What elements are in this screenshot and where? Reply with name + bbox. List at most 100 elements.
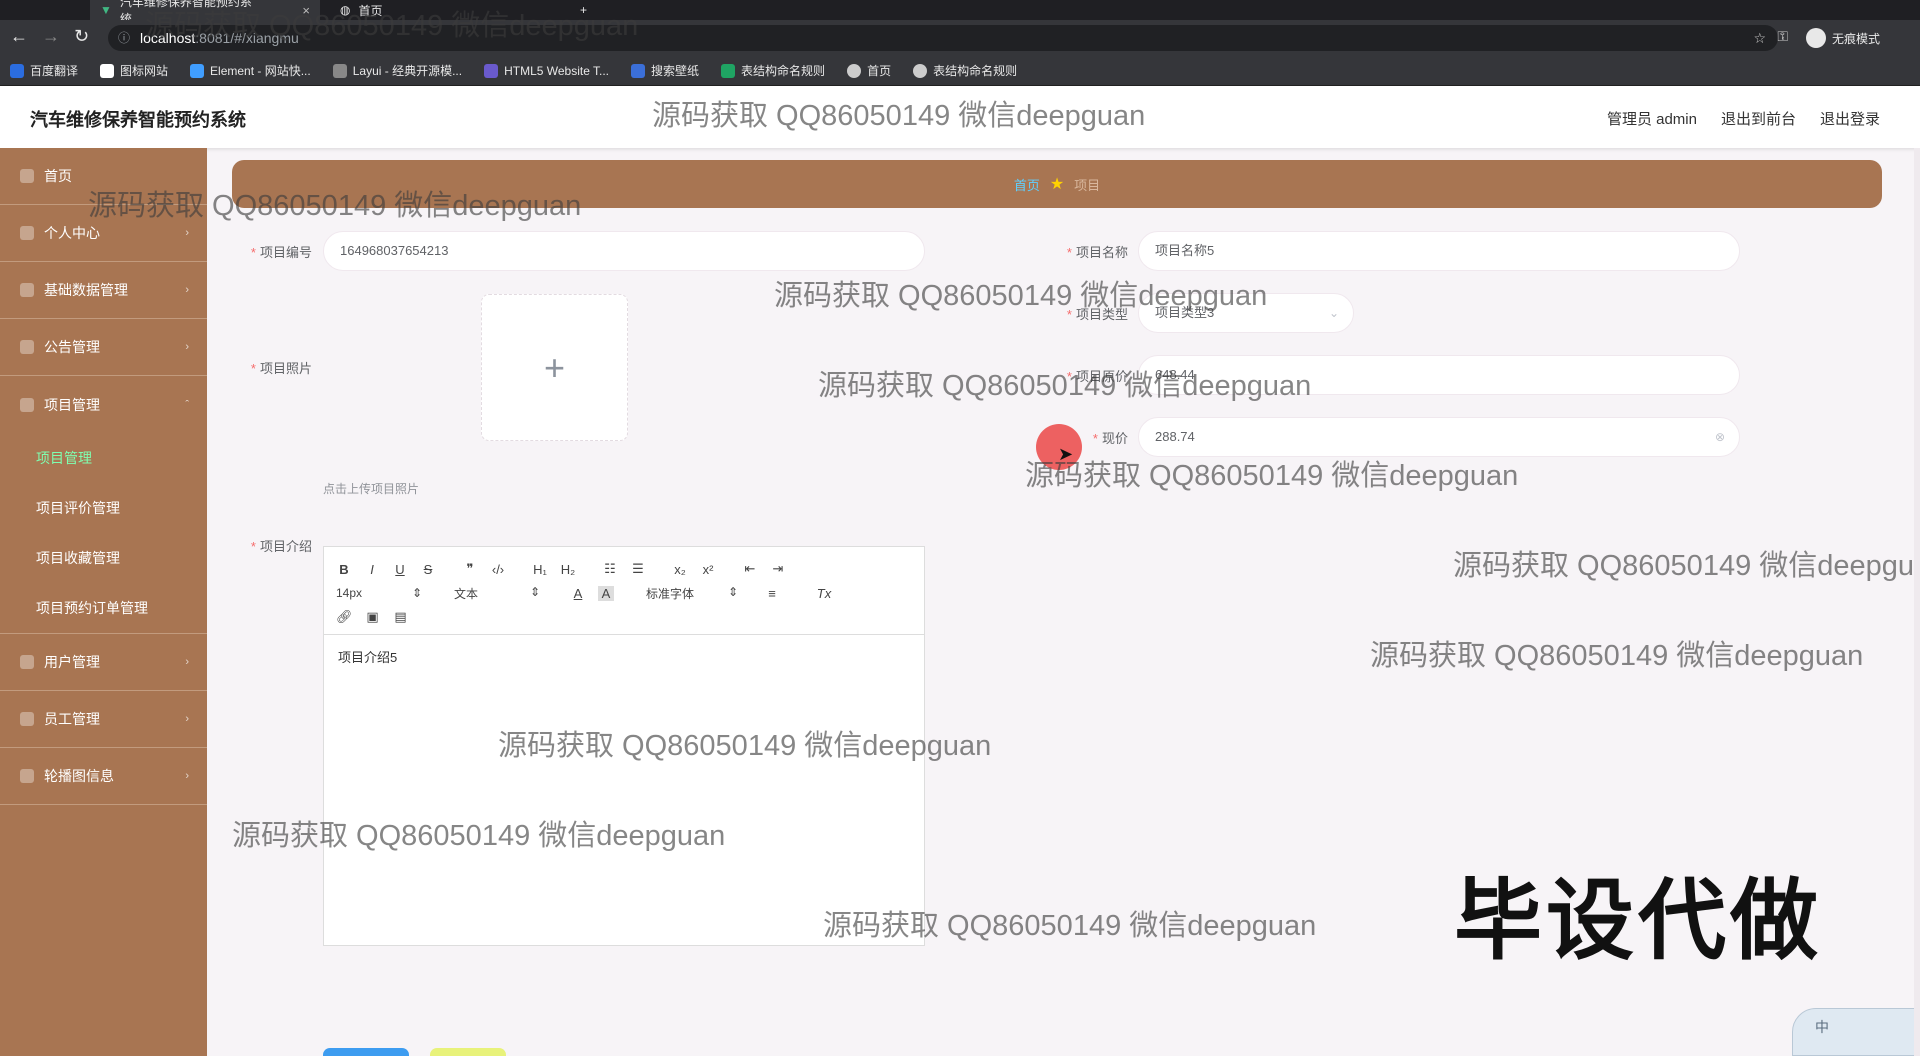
italic-button[interactable]: I xyxy=(364,562,380,577)
info-icon[interactable]: ⓘ xyxy=(118,25,130,51)
incognito-indicator[interactable]: 无痕模式 xyxy=(1805,28,1880,48)
bookmark[interactable]: 图标网站 xyxy=(100,62,168,79)
bold-button[interactable]: B xyxy=(336,562,352,577)
project-code-input[interactable]: 164968037654213 xyxy=(323,231,925,271)
background-color-button[interactable]: A xyxy=(598,585,614,601)
project-name-label: * 项目名称 xyxy=(1066,245,1128,260)
original-price-label: * 项目原价 xyxy=(1066,369,1128,384)
address-bar[interactable]: ⓘ localhost:8081/#/xiangmu ☆ xyxy=(108,25,1778,51)
scrollbar[interactable] xyxy=(1914,148,1920,1056)
reload-icon[interactable]: ↻ xyxy=(74,26,89,47)
image-icon[interactable]: ▣ xyxy=(365,609,381,625)
chevron-up-icon: ˆ xyxy=(185,398,189,411)
font-color-button[interactable]: A xyxy=(570,586,586,601)
rich-text-editor: B I U S ❞ ‹/› H₁ H₂ ☷ ☰ x₂ x² ⇤ ⇥ 14px ⇕ … xyxy=(323,546,925,946)
project-name-input[interactable]: 项目名称5 xyxy=(1138,231,1740,271)
sidebar-item-notice[interactable]: 公告管理 › xyxy=(0,319,207,376)
sidebar-item-carousel[interactable]: 轮播图信息 › xyxy=(0,748,207,805)
bookmark[interactable]: 表结构命名规则 xyxy=(913,62,1017,79)
translate-icon xyxy=(10,63,24,78)
video-icon[interactable]: ▤ xyxy=(393,609,409,625)
submit-button[interactable] xyxy=(323,1048,409,1056)
breadcrumb-home[interactable]: 首页 xyxy=(1014,175,1040,194)
chevron-icon: › xyxy=(185,227,189,239)
editor-toolbar: B I U S ❞ ‹/› H₁ H₂ ☷ ☰ x₂ x² ⇤ ⇥ 14px ⇕ … xyxy=(324,547,924,635)
key-icon[interactable]: ⚿ xyxy=(1777,28,1788,45)
exit-to-front-link[interactable]: 退出到前台 xyxy=(1721,108,1796,129)
app-title: 汽车维修保养智能预约系统 xyxy=(30,110,246,130)
url-path: :8081/#/xiangmu xyxy=(195,30,299,46)
clear-icon[interactable]: ⊗ xyxy=(1715,418,1725,456)
sidebar-item-home[interactable]: 首页 xyxy=(0,148,207,205)
font-size-select[interactable]: 14px ⇕ xyxy=(336,586,422,600)
chevron-icon: › xyxy=(185,770,189,782)
bookmarks-bar: 百度翻译 图标网站 Element - 网站快... Layui - 经典开源模… xyxy=(0,56,1920,86)
sidebar-subitem-order[interactable]: 项目预约订单管理 xyxy=(0,583,207,633)
bookmark[interactable]: Layui - 经典开源模... xyxy=(332,62,462,79)
strike-button[interactable]: S xyxy=(420,562,436,577)
blockquote-button[interactable]: ❞ xyxy=(462,561,478,577)
chevron-down-icon: ⌄ xyxy=(1328,306,1339,320)
current-price-input[interactable]: 288.74 ⊗ xyxy=(1138,417,1740,457)
outdent-button[interactable]: ⇤ xyxy=(742,561,758,577)
sidebar-item-project[interactable]: 项目管理 ˆ xyxy=(0,376,207,433)
logout-link[interactable]: 退出登录 xyxy=(1820,108,1880,129)
bookmark[interactable]: 搜索壁纸 xyxy=(631,62,699,79)
sort-icon: ⇕ xyxy=(529,584,540,599)
upload-hint: 点击上传项目照片 xyxy=(323,482,420,496)
link-icon[interactable]: 🔗︎ xyxy=(336,609,353,625)
watermark: 源码获取 QQ86050149 微信deepguan xyxy=(1025,460,1519,492)
browser-tab-active[interactable]: ▼ 汽车维修保养智能预约系统 × xyxy=(90,0,320,26)
ordered-list-button[interactable]: ☷ xyxy=(602,561,618,577)
align-button[interactable]: ≡ xyxy=(764,586,780,601)
bullet-list-button[interactable]: ☰ xyxy=(630,561,646,577)
ime-widget[interactable]: 中 xyxy=(1792,1008,1920,1056)
superscript-button[interactable]: x² xyxy=(700,562,716,577)
project-photo-label: * 项目照片 xyxy=(250,361,312,376)
indent-button[interactable]: ⇥ xyxy=(770,561,786,577)
project-submenu: 项目管理 项目评价管理 项目收藏管理 项目预约订单管理 xyxy=(0,433,207,634)
photo-upload-button[interactable]: + xyxy=(481,294,628,441)
project-type-select[interactable]: 项目类型3 ⌄ xyxy=(1138,293,1354,333)
bookmark[interactable]: 百度翻译 xyxy=(10,62,78,79)
chevron-icon: › xyxy=(185,713,189,725)
promo-text: 毕设代做 xyxy=(1454,871,1823,970)
sidebar-item-users[interactable]: 用户管理 › xyxy=(0,634,207,691)
close-tab-icon[interactable]: × xyxy=(302,3,310,18)
bookmark[interactable]: 表结构命名规则 xyxy=(721,62,825,79)
bookmark[interactable]: Element - 网站快... xyxy=(190,62,311,79)
forward-icon[interactable]: → xyxy=(42,26,60,47)
bookmark[interactable]: 首页 xyxy=(847,62,891,79)
sidebar: 首页 个人中心 › 基础数据管理 › 公告管理 › 项目管理 ˆ 项目管理 项目评价管理… xyxy=(0,148,207,1056)
code-button[interactable]: ‹/› xyxy=(490,562,506,577)
incognito-label: 无痕模式 xyxy=(1831,31,1880,46)
sidebar-subitem-favorite[interactable]: 项目收藏管理 xyxy=(0,533,207,583)
original-price-input[interactable]: 648.44 xyxy=(1138,355,1740,395)
underline-button[interactable]: U xyxy=(392,562,408,577)
sidebar-item-personal[interactable]: 个人中心 › xyxy=(0,205,207,262)
new-tab-button[interactable]: + xyxy=(570,0,597,20)
browser-toolbar: ← → ↻ ⓘ localhost:8081/#/xiangmu ☆ ⚿ 无痕模… xyxy=(0,20,1920,56)
clear-format-button[interactable]: Tx xyxy=(816,586,832,601)
sidebar-item-basic-data[interactable]: 基础数据管理 › xyxy=(0,262,207,319)
back-icon[interactable]: ← xyxy=(10,26,28,47)
user-icon xyxy=(20,226,34,240)
editor-content[interactable]: 项目介绍5 xyxy=(324,635,924,678)
cancel-button[interactable] xyxy=(430,1048,506,1056)
url-host: localhost xyxy=(140,30,196,46)
sidebar-item-staff[interactable]: 员工管理 › xyxy=(0,691,207,748)
h1-button[interactable]: H₁ xyxy=(532,562,548,577)
sidebar-subitem-project[interactable]: 项目管理 xyxy=(0,433,207,483)
bookmark[interactable]: HTML5 Website T... xyxy=(484,63,609,78)
current-price-value: 288.74 xyxy=(1155,429,1195,444)
sort-icon: ⇕ xyxy=(411,586,422,600)
subscript-button[interactable]: x₂ xyxy=(672,562,688,577)
font-family-select[interactable]: 标准字体 ⇕ xyxy=(646,585,738,602)
html5-icon xyxy=(484,63,499,78)
bookmark-star-icon[interactable]: ☆ xyxy=(1753,25,1766,51)
h2-button[interactable]: H₂ xyxy=(560,562,576,577)
browser-tab[interactable]: ◍ 首页 xyxy=(330,0,560,20)
globe-icon xyxy=(913,63,928,78)
sidebar-subitem-review[interactable]: 项目评价管理 xyxy=(0,483,207,533)
text-type-select[interactable]: 文本 ⇕ xyxy=(454,585,540,602)
